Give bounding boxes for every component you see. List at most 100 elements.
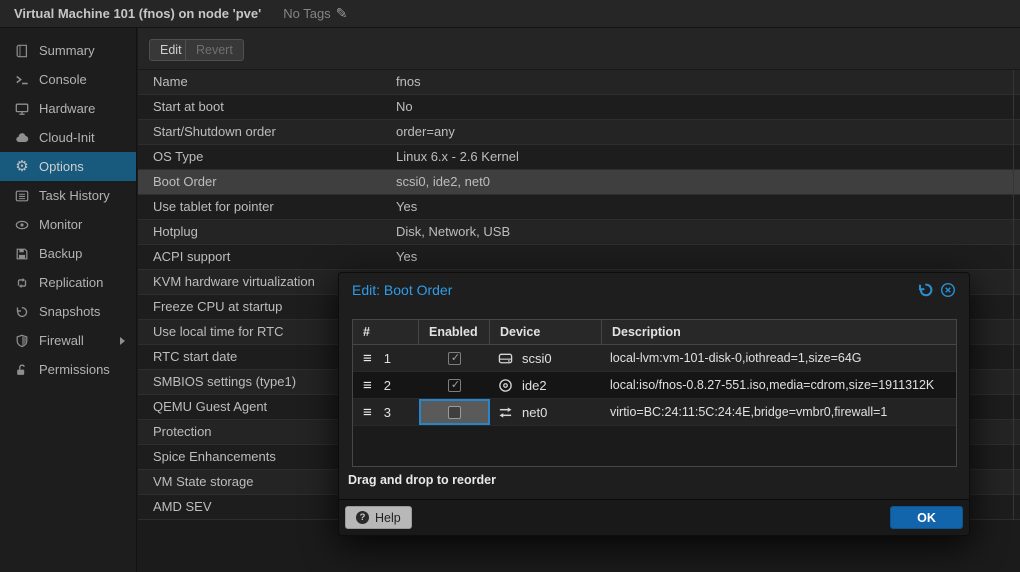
enabled-checkbox[interactable] <box>448 406 461 419</box>
terminal-icon <box>14 73 30 87</box>
option-value: order=any <box>396 120 455 144</box>
sidebar-item-label: Task History <box>39 188 110 203</box>
option-label: Freeze CPU at startup <box>153 295 282 319</box>
device-name: ide2 <box>522 378 547 393</box>
edit-tags-pencil-icon[interactable]: ✎ <box>336 5 348 22</box>
dialog-footer: ? Help OK <box>339 499 969 535</box>
retweet-icon <box>14 276 30 290</box>
option-label: Start at boot <box>153 95 224 119</box>
sidebar-item-cloud-init[interactable]: Cloud-Init <box>0 123 136 152</box>
dialog-titlebar[interactable]: Edit: Boot Order <box>339 273 969 307</box>
options-row[interactable]: Start/Shutdown order order=any <box>138 120 1020 145</box>
drag-handle-icon[interactable]: ≡ <box>363 377 372 394</box>
option-label: VM State storage <box>153 470 253 494</box>
options-row[interactable]: ACPI support Yes <box>138 245 1020 270</box>
revert-button[interactable]: Revert <box>185 39 244 61</box>
options-row[interactable]: Name fnos <box>138 70 1020 95</box>
options-row[interactable]: Start at boot No <box>138 95 1020 120</box>
device-name: scsi0 <box>522 351 552 366</box>
ok-button[interactable]: OK <box>890 506 963 529</box>
display-icon <box>14 102 30 116</box>
option-label: QEMU Guest Agent <box>153 395 267 419</box>
list-icon <box>14 189 30 203</box>
options-toolbar: Edit Revert <box>138 28 1020 70</box>
close-icon[interactable] <box>940 282 956 298</box>
shield-icon <box>14 334 30 348</box>
options-row[interactable]: Use tablet for pointerYes <box>138 195 1020 220</box>
option-value: No <box>396 95 413 119</box>
enabled-cell-focused[interactable] <box>419 399 490 425</box>
option-label: Protection <box>153 420 212 444</box>
option-label: Hotplug <box>153 220 198 244</box>
floppy-icon <box>14 247 30 261</box>
device-description: virtio=BC:24:11:5C:24:4E,bridge=vmbr0,fi… <box>602 399 956 425</box>
window-titlebar: Virtual Machine 101 (fnos) on node 'pve'… <box>0 0 1020 28</box>
option-label: Boot Order <box>153 170 217 194</box>
options-row[interactable]: HotplugDisk, Network, USB <box>138 220 1020 245</box>
sidebar-item-replication[interactable]: Replication <box>0 268 136 297</box>
dialog-title: Edit: Boot Order <box>352 282 917 298</box>
sidebar-item-label: Summary <box>39 43 95 58</box>
boot-order-number: 3 <box>384 405 391 420</box>
sidebar-item-console[interactable]: Console <box>0 65 136 94</box>
sidebar-item-label: Replication <box>39 275 103 290</box>
cloud-icon <box>14 131 30 145</box>
column-header-device: Device <box>490 320 602 344</box>
option-value: Yes <box>396 195 417 219</box>
option-label: SMBIOS settings (type1) <box>153 370 296 394</box>
enabled-checkbox[interactable] <box>448 352 461 365</box>
sidebar-item-firewall[interactable]: Firewall <box>0 326 136 355</box>
device-description: local-lvm:vm-101-disk-0,iothread=1,size=… <box>602 345 956 371</box>
sidebar-item-permissions[interactable]: Permissions <box>0 355 136 384</box>
page-title: Virtual Machine 101 (fnos) on node 'pve' <box>14 6 261 21</box>
question-icon: ? <box>356 511 369 524</box>
drag-handle-icon[interactable]: ≡ <box>363 404 372 421</box>
column-header-description: Description <box>602 320 956 344</box>
grid-column-divider <box>1013 70 1014 520</box>
sidebar-item-task-history[interactable]: Task History <box>0 181 136 210</box>
device-name: net0 <box>522 405 547 420</box>
sidebar-item-label: Snapshots <box>39 304 100 319</box>
option-label: RTC start date <box>153 345 237 369</box>
options-row-boot-order[interactable]: Boot Order scsi0, ide2, net0 <box>138 170 1020 195</box>
option-value: scsi0, ide2, net0 <box>396 170 490 194</box>
option-label: ACPI support <box>153 245 230 269</box>
sidebar-item-snapshots[interactable]: Snapshots <box>0 297 136 326</box>
sidebar-item-label: Monitor <box>39 217 82 232</box>
tags-label: No Tags <box>283 6 330 21</box>
sidebar-item-label: Backup <box>39 246 82 261</box>
cdrom-icon <box>498 378 513 393</box>
column-header-order: # <box>353 320 419 344</box>
boot-entry-row[interactable]: ≡ 3 net0 virtio=BC:24:11:5C:24:4E,bridge… <box>353 399 956 426</box>
sidebar-item-label: Firewall <box>39 333 84 348</box>
boot-order-number: 2 <box>384 378 391 393</box>
boot-entry-row[interactable]: ≡ 1 scsi0 local-lvm:vm-101-disk-0,iothre… <box>353 345 956 372</box>
sidebar-item-summary[interactable]: Summary <box>0 36 136 65</box>
option-label: Name <box>153 70 188 94</box>
network-icon <box>498 405 513 420</box>
edit-boot-order-dialog: Edit: Boot Order # Enabled Device Descri… <box>338 272 970 536</box>
help-button[interactable]: ? Help <box>345 506 412 529</box>
help-button-label: Help <box>375 511 401 525</box>
drag-handle-icon[interactable]: ≡ <box>363 350 372 367</box>
sidebar-item-monitor[interactable]: Monitor <box>0 210 136 239</box>
device-description: local:iso/fnos-0.8.27-551.iso,media=cdro… <box>602 372 956 398</box>
option-label: Start/Shutdown order <box>153 120 276 144</box>
book-icon <box>14 44 30 58</box>
sidebar: Summary Console Hardware Cloud-Init ⚙Opt… <box>0 28 137 572</box>
sidebar-item-hardware[interactable]: Hardware <box>0 94 136 123</box>
drag-drop-hint: Drag and drop to reorder <box>348 473 496 487</box>
boot-entry-row[interactable]: ≡ 2 ide2 local:iso/fnos-0.8.27-551.iso,m… <box>353 372 956 399</box>
option-label: KVM hardware virtualization <box>153 270 315 294</box>
option-label: OS Type <box>153 145 203 169</box>
gear-icon: ⚙ <box>14 160 30 174</box>
option-value: fnos <box>396 70 421 94</box>
enabled-checkbox[interactable] <box>448 379 461 392</box>
sidebar-item-options[interactable]: ⚙Options <box>0 152 136 181</box>
option-value: Yes <box>396 245 417 269</box>
sidebar-item-label: Console <box>39 72 87 87</box>
options-row[interactable]: OS Type Linux 6.x - 2.6 Kernel <box>138 145 1020 170</box>
option-value: Linux 6.x - 2.6 Kernel <box>396 145 519 169</box>
undo-icon[interactable] <box>917 282 933 298</box>
sidebar-item-backup[interactable]: Backup <box>0 239 136 268</box>
